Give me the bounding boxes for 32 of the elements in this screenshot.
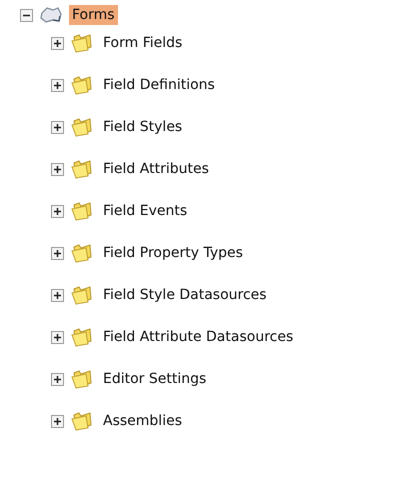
folder-icon — [70, 116, 94, 138]
folder-icon — [70, 32, 94, 54]
tree-item[interactable]: Assemblies — [100, 411, 185, 431]
tree-item[interactable]: Field Styles — [100, 117, 186, 137]
expand-toggle[interactable] — [51, 330, 64, 344]
tree-item[interactable]: Field Style Datasources — [100, 285, 270, 305]
tree-item[interactable]: Field Events — [100, 201, 190, 221]
folder-icon — [70, 284, 94, 306]
expand-toggle[interactable] — [51, 246, 64, 260]
expand-toggle[interactable] — [51, 288, 64, 302]
expand-toggle[interactable] — [51, 372, 64, 386]
folder-icon — [70, 242, 94, 264]
tree-item[interactable]: Field Definitions — [100, 75, 218, 95]
expand-toggle[interactable] — [51, 120, 64, 134]
folder-icon — [70, 74, 94, 96]
tree-item[interactable]: Field Property Types — [100, 243, 246, 263]
expand-toggle[interactable] — [51, 414, 64, 428]
tree-item[interactable]: Form Fields — [100, 33, 186, 53]
collapse-toggle[interactable] — [20, 8, 33, 22]
expand-toggle[interactable] — [51, 204, 64, 218]
folder-icon — [70, 200, 94, 222]
expand-toggle[interactable] — [51, 162, 64, 176]
tree-item[interactable]: Forms — [69, 5, 118, 25]
expand-toggle[interactable] — [51, 36, 64, 50]
tree-item[interactable]: Editor Settings — [100, 369, 210, 389]
tree-item[interactable]: Field Attributes — [100, 159, 212, 179]
expand-toggle[interactable] — [51, 78, 64, 92]
folder-icon — [70, 410, 94, 432]
folder-icon — [70, 368, 94, 390]
tree-item[interactable]: Field Attribute Datasources — [100, 327, 296, 347]
folder-icon — [70, 326, 94, 348]
folder-icon — [70, 158, 94, 180]
